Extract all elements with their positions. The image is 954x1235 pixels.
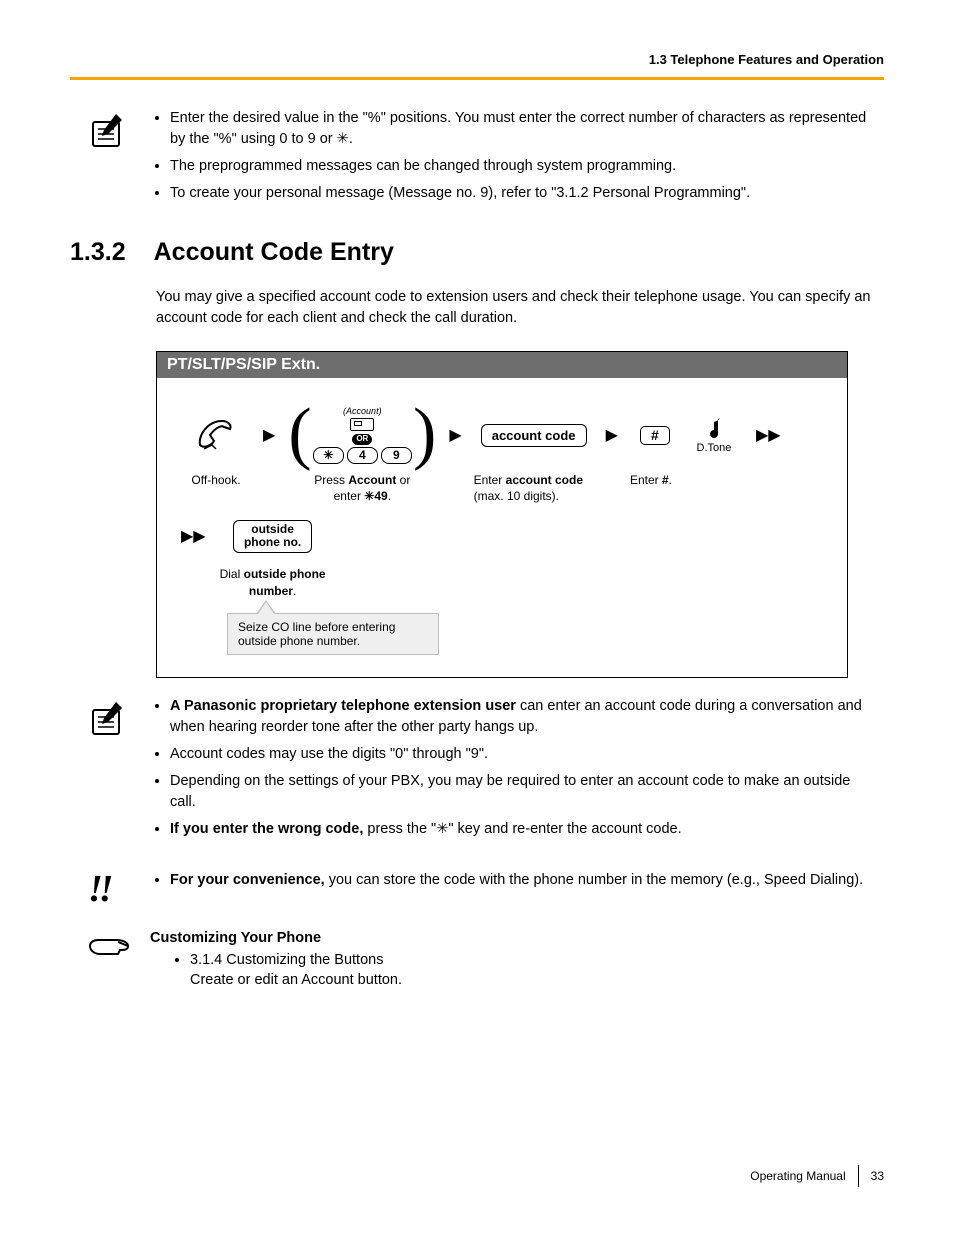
intro-paragraph: You may give a specified account code to… [156, 287, 884, 329]
list-item: To create your personal message (Message… [170, 183, 874, 204]
exclaim-icon: !! [88, 872, 132, 906]
pointing-hand-icon [88, 932, 132, 966]
customize-block: Customizing Your Phone 3.1.4 Customizing… [88, 930, 884, 991]
step-caption: Dial outside phone number. [218, 566, 328, 598]
header-divider [70, 77, 884, 80]
arrow-icon: ▶ [449, 404, 461, 466]
key-cluster: ( ) (Account) OR ✳ 4 9 [302, 404, 422, 466]
notepad-icon [88, 698, 132, 744]
tip-list: For your convenience, you can store the … [150, 870, 884, 897]
account-code-box: account code [481, 424, 587, 447]
list-item: 3.1.4 Customizing the Buttons Create or … [190, 950, 884, 991]
handset-icon [194, 404, 238, 466]
footer-doc-title: Operating Manual [750, 1169, 845, 1183]
list-item: The preprogrammed messages can be change… [170, 156, 874, 177]
notes-bottom: A Panasonic proprietary telephone extens… [88, 696, 884, 846]
section-title: Account Code Entry [154, 238, 394, 266]
list-item: For your convenience, you can store the … [170, 870, 874, 891]
list-item: Account codes may use the digits "0" thr… [170, 744, 874, 765]
procedure-row-1: Off-hook. ▶ ( ) (Account) OR ✳ [181, 404, 827, 504]
notes-top-list: Enter the desired value in the "%" posit… [150, 108, 884, 210]
dialkey-9: 9 [381, 447, 412, 464]
notepad-icon [88, 110, 132, 156]
list-item: If you enter the wrong code, press the "… [170, 819, 874, 840]
step-caption: Off-hook. [181, 472, 251, 488]
account-key-icon [350, 418, 374, 431]
step-hash: # Enter #. [630, 404, 680, 488]
list-item: A Panasonic proprietary telephone extens… [170, 696, 874, 738]
section-heading: 1.3.2 Account Code Entry [70, 238, 884, 267]
outside-no-box: outsidephone no. [233, 520, 312, 554]
section-number: 1.3.2 [70, 238, 126, 266]
list-item: Enter the desired value in the "%" posit… [170, 108, 874, 150]
step-caption: Enter #. [630, 472, 680, 488]
callout-seize-co: Seize CO line before entering outside ph… [227, 613, 439, 655]
arrow-icon: ▶ [606, 404, 618, 466]
step-account-or-49: ( ) (Account) OR ✳ 4 9 [287, 404, 437, 504]
dialkey-hash: # [640, 426, 670, 445]
step-account-code: account code Enter account code (max. 10… [474, 404, 594, 504]
procedure-box: PT/SLT/PS/SIP Extn. Off-hook. ▶ [156, 351, 848, 678]
footer-page-number: 33 [871, 1169, 884, 1183]
double-arrow-icon: ▶▶ [181, 516, 206, 556]
page-footer: Operating Manual 33 [750, 1165, 884, 1187]
account-label: (Account) [343, 406, 382, 416]
notes-bottom-list: A Panasonic proprietary telephone extens… [150, 696, 884, 846]
tip-block: !! For your convenience, you can store t… [88, 870, 884, 906]
double-arrow-icon: ▶▶ [756, 404, 781, 466]
step-dtone: D.Tone [692, 404, 736, 500]
footer-divider [858, 1165, 859, 1187]
or-pill: OR [352, 434, 372, 444]
list-item: Depending on the settings of your PBX, y… [170, 771, 874, 813]
step-caption: Enter account code (max. 10 digits). [474, 472, 594, 504]
header-section-path: 1.3 Telephone Features and Operation [70, 52, 884, 77]
step-caption: Press Account or enter ✳49. [307, 472, 417, 504]
procedure-title: PT/SLT/PS/SIP Extn. [157, 352, 847, 378]
arrow-icon: ▶ [263, 404, 275, 466]
procedure-row-2: ▶▶ outsidephone no. Dial outside phone n… [181, 516, 827, 598]
notes-top: Enter the desired value in the "%" posit… [88, 108, 884, 210]
step-offhook: Off-hook. [181, 404, 251, 488]
dialkey-4: 4 [347, 447, 378, 464]
customize-heading: Customizing Your Phone [150, 930, 884, 946]
dtone-label: D.Tone [697, 442, 732, 454]
music-note-icon [704, 416, 724, 442]
customize-list: 3.1.4 Customizing the Buttons Create or … [190, 950, 884, 991]
step-outside-number: outsidephone no. Dial outside phone numb… [218, 516, 328, 598]
dialkey-star: ✳ [313, 447, 344, 464]
